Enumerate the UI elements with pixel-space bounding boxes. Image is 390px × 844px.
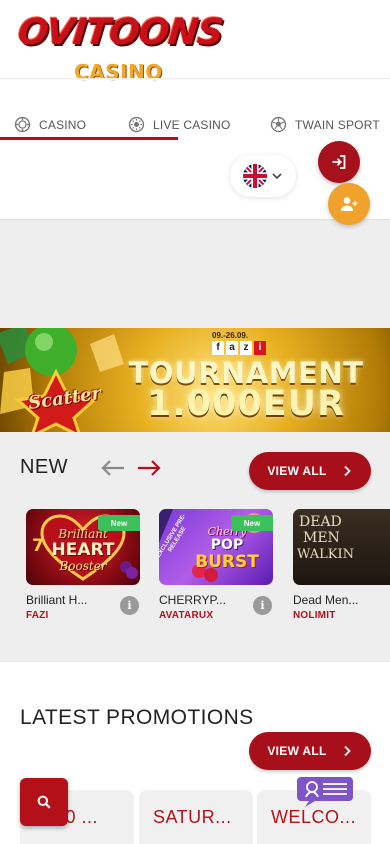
game-name: Brilliant H... [26, 593, 88, 607]
new-view-all-button[interactable]: VIEW ALL [249, 452, 371, 490]
game-thumbnail[interactable]: 7 Brilliant HEART Booster New [26, 509, 140, 585]
new-badge: New [98, 515, 140, 531]
arrow-left-icon[interactable] [100, 458, 126, 478]
casino-chip-icon [14, 116, 31, 133]
fazi-letter: z [240, 341, 252, 355]
game-provider: FAZI [26, 610, 49, 621]
game-card[interactable]: 7 Brilliant HEART Booster New Brilliant … [26, 509, 140, 621]
nav-item-label: CASINO [39, 117, 87, 132]
promo-card[interactable]: SATUR... [139, 790, 253, 844]
nav-item-label: LIVE CASINO [153, 117, 231, 132]
game-art-text: WALKIN [297, 547, 354, 562]
nav-item-live-casino[interactable]: LIVE CASINO [128, 116, 231, 133]
game-art-text: HEART [51, 540, 115, 560]
promotions-title: LATEST PROMOTIONS [20, 706, 254, 729]
game-card[interactable]: EXCLUSIVE PRE-RELEASE Cherry POP BURST N… [159, 509, 273, 621]
sport-ball-icon [270, 116, 287, 133]
fazi-logo: f a z i [212, 341, 266, 355]
uk-flag-icon [243, 164, 267, 188]
game-card[interactable]: DEAD MEN WALKIN Dead Men... NOLIMIT [293, 509, 390, 621]
nav-item-label: TWAIN SPORT [295, 117, 380, 132]
banner-gems-art [0, 328, 124, 432]
site-header: OVITOONS CASINO CASINO LIVE CASINO TWAIN… [0, 0, 390, 220]
game-thumbnail[interactable]: EXCLUSIVE PRE-RELEASE Cherry POP BURST N… [159, 509, 273, 585]
view-all-label: VIEW ALL [267, 464, 327, 478]
fazi-letter: a [226, 341, 238, 355]
promo-card-title: WELCO... [271, 807, 357, 827]
language-selector[interactable] [230, 155, 296, 197]
header-divider [0, 78, 390, 80]
game-name: Dead Men... [293, 593, 359, 607]
live-casino-icon [128, 116, 145, 133]
nav-active-indicator [0, 137, 178, 140]
fazi-letter: f [212, 341, 224, 355]
logo-subtitle: CASINO [74, 60, 163, 84]
login-icon [332, 155, 346, 169]
logo-wordmark: OVITOONS [15, 12, 225, 53]
game-provider: AVATARUX [159, 610, 214, 621]
game-name: CHERRYP... [159, 593, 226, 607]
chat-icon[interactable] [297, 777, 353, 807]
info-icon[interactable]: i [253, 596, 272, 615]
nav-item-casino[interactable]: CASINO [14, 116, 86, 133]
new-section-title: NEW [20, 456, 68, 478]
new-badge: New [231, 515, 273, 531]
game-provider: NOLIMIT [293, 610, 336, 621]
tournament-banner[interactable]: Scatter 09.-26.09. f a z i TOURNAMENT 1.… [0, 328, 390, 432]
search-icon [37, 795, 51, 809]
banner-amount: 1.000EUR [147, 384, 345, 424]
nav-item-twain-sport[interactable]: TWAIN SPORT [270, 116, 380, 133]
chevron-down-icon [272, 173, 282, 180]
game-art-text: BURST [195, 552, 259, 572]
login-button[interactable] [318, 141, 360, 183]
site-logo[interactable]: OVITOONS CASINO [16, 12, 225, 88]
banner-date: 09.-26.09. [212, 331, 249, 340]
search-button[interactable] [20, 778, 68, 826]
promotions-view-all-button[interactable]: VIEW ALL [249, 732, 371, 770]
register-button[interactable] [328, 183, 370, 225]
view-all-label: VIEW ALL [267, 744, 327, 758]
game-art-text: MEN [303, 530, 340, 546]
add-user-icon [341, 197, 358, 211]
game-art-text: DEAD [299, 514, 342, 530]
game-art-text: Booster [59, 559, 107, 573]
promo-card-title: SATUR... [153, 807, 232, 827]
game-art-text: POP [210, 537, 244, 553]
game-thumbnail[interactable]: DEAD MEN WALKIN [293, 509, 390, 585]
chevron-right-icon [344, 465, 351, 477]
chevron-right-icon [344, 745, 351, 757]
fazi-letter: i [254, 341, 266, 355]
info-icon[interactable]: i [120, 596, 139, 615]
arrow-right-icon[interactable] [136, 458, 162, 478]
